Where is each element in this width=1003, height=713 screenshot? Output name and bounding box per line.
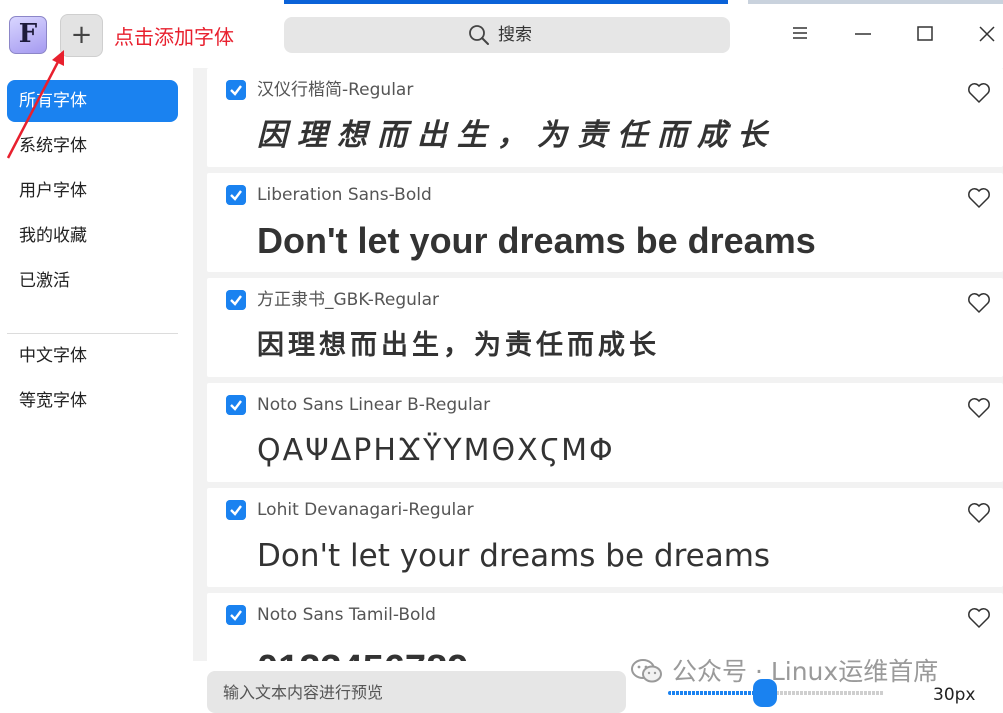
top-accent-line: [284, 0, 728, 4]
font-preview: 因理想而出生，为责任而成长: [257, 330, 660, 361]
font-preview: ϘΑΨΔΡΗϪΫΥΜΘΧϚΜΦ: [257, 433, 615, 468]
font-card[interactable]: Noto Sans Linear B-Regular ϘΑΨΔΡΗϪΫΥΜΘΧϚ…: [207, 383, 1003, 482]
checkbox-checked-icon[interactable]: [226, 395, 246, 415]
wechat-icon: [631, 659, 662, 683]
search-icon: [469, 25, 489, 45]
search-bar[interactable]: 搜索: [284, 17, 730, 53]
menu-icon[interactable]: [787, 20, 813, 46]
sidebar-item-chinese-fonts[interactable]: 中文字体: [7, 335, 178, 377]
font-name: Noto Sans Tamil-Bold: [257, 605, 436, 625]
font-card[interactable]: Lohit Devanagari-Regular Don't let your …: [207, 488, 1003, 587]
font-card[interactable]: Noto Sans Tamil-Bold 0123456789: [207, 593, 1003, 661]
watermark-text: 公众号 · Linux运维首席: [672, 657, 939, 686]
heart-icon[interactable]: [967, 607, 991, 629]
font-preview: 0123456789: [257, 645, 468, 661]
font-preview: Don't let your dreams be dreams: [257, 538, 771, 574]
font-name: 汉仪行楷简-Regular: [257, 80, 414, 100]
checkbox-checked-icon[interactable]: [226, 185, 246, 205]
heart-icon[interactable]: [967, 187, 991, 209]
sidebar-divider: [7, 333, 178, 334]
sidebar-item-favorites[interactable]: 我的收藏: [7, 215, 178, 257]
sidebar-item-user-fonts[interactable]: 用户字体: [7, 170, 178, 212]
red-arrow-annotation: [6, 50, 64, 159]
maximize-icon[interactable]: [912, 20, 938, 46]
font-preview: Don't let your dreams be dreams: [257, 220, 816, 261]
search-label: 搜索: [498, 25, 532, 45]
font-card[interactable]: 汉仪行楷简-Regular 因理想而出生，为责任而成长: [207, 68, 1003, 167]
checkbox-checked-icon[interactable]: [226, 80, 246, 100]
checkbox-checked-icon[interactable]: [226, 605, 246, 625]
preview-text-input[interactable]: [207, 671, 626, 713]
font-name: Noto Sans Linear B-Regular: [257, 395, 491, 415]
top-accent-line-secondary: [748, 0, 1003, 4]
add-font-hint: 点击添加字体: [114, 25, 234, 49]
font-size-label: 30px: [933, 685, 976, 705]
heart-icon[interactable]: [967, 82, 991, 104]
heart-icon[interactable]: [967, 397, 991, 419]
sidebar-item-monospace-fonts[interactable]: 等宽字体: [7, 380, 178, 422]
slider-track-empty: [760, 691, 883, 695]
sidebar-item-activated[interactable]: 已激活: [7, 260, 178, 302]
checkbox-checked-icon[interactable]: [226, 500, 246, 520]
checkbox-checked-icon[interactable]: [226, 290, 246, 310]
font-preview: 因理想而出生，为责任而成长: [257, 118, 777, 153]
font-card[interactable]: 方正隶书_GBK-Regular 因理想而出生，为责任而成长: [207, 278, 1003, 377]
font-card[interactable]: Liberation Sans-Bold Don't let your drea…: [207, 173, 1003, 272]
heart-icon[interactable]: [967, 502, 991, 524]
slider-track-filled: [668, 691, 760, 695]
minimize-icon[interactable]: [850, 20, 876, 46]
title-bar: F + 点击添加字体 搜索: [0, 0, 1003, 68]
font-list: 汉仪行楷简-Regular 因理想而出生，为责任而成长 Liberation S…: [193, 68, 1003, 661]
close-icon[interactable]: [974, 20, 1000, 46]
heart-icon[interactable]: [967, 292, 991, 314]
font-name: Lohit Devanagari-Regular: [257, 500, 474, 520]
font-name: 方正隶书_GBK-Regular: [257, 290, 440, 310]
font-name: Liberation Sans-Bold: [257, 185, 432, 205]
